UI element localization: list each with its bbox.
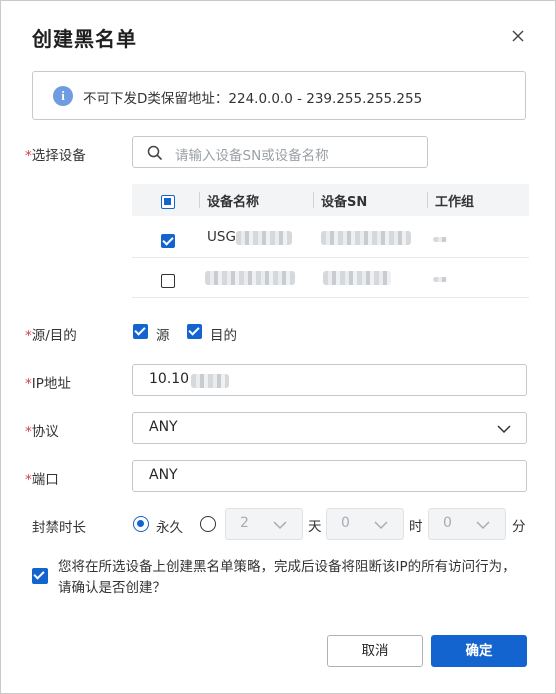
info-icon: i — [53, 86, 73, 106]
ok-button[interactable]: 确定 — [431, 635, 527, 667]
protocol-select[interactable]: ANY — [132, 412, 527, 444]
redacted-name — [236, 231, 292, 245]
protocol-label: *协议 — [25, 424, 59, 440]
select-all-checkbox[interactable] — [161, 195, 175, 209]
duration-label: 封禁时长 — [32, 520, 86, 536]
redacted-group — [433, 277, 447, 282]
days-select[interactable]: 2 — [225, 508, 303, 540]
table-row[interactable]: USG — [132, 218, 529, 258]
direction-label: *源/目的 — [25, 328, 77, 344]
chevron-down-icon — [476, 521, 490, 530]
permanent-label: 永久 — [156, 520, 183, 536]
redacted-sn — [321, 231, 411, 245]
chevron-down-icon — [374, 521, 388, 530]
days-value: 2 — [240, 515, 249, 531]
minutes-value: 0 — [443, 515, 452, 531]
chevron-down-icon — [497, 425, 511, 434]
column-workgroup[interactable]: 工作组 — [435, 191, 474, 210]
row-checkbox[interactable] — [161, 234, 175, 248]
table-row[interactable] — [132, 258, 529, 298]
port-input[interactable]: ANY — [132, 460, 527, 492]
confirm-text: 您将在所选设备上创建黑名单策略，完成后设备将阻断该IP的所有访问行为，请确认是否… — [58, 559, 516, 596]
device-name-cell: USG — [207, 229, 236, 245]
minutes-unit: 分 — [512, 519, 526, 535]
port-label: *端口 — [25, 472, 59, 488]
dialog-title: 创建黑名单 — [32, 27, 137, 51]
protocol-value: ANY — [149, 419, 178, 435]
column-device-name[interactable]: 设备名称 — [207, 191, 259, 210]
search-placeholder: 请输入设备SN或设备名称 — [175, 148, 329, 164]
custom-duration-radio[interactable] — [200, 516, 216, 532]
permanent-radio[interactable] — [133, 516, 149, 532]
column-device-sn[interactable]: 设备SN — [321, 191, 367, 210]
minutes-select[interactable]: 0 — [428, 508, 506, 540]
source-checkbox[interactable] — [133, 324, 148, 339]
search-icon — [147, 145, 163, 161]
source-label: 源 — [156, 328, 170, 344]
device-search-input[interactable]: 请输入设备SN或设备名称 — [132, 136, 428, 168]
redacted-sn — [323, 271, 391, 285]
days-unit: 天 — [308, 519, 322, 535]
info-banner: i 不可下发D类保留地址：224.0.0.0 - 239.255.255.255 — [32, 71, 526, 120]
row-checkbox[interactable] — [161, 274, 175, 288]
cancel-button[interactable]: 取消 — [327, 635, 423, 667]
ip-label: *IP地址 — [25, 376, 71, 392]
ip-value: 10.10 — [149, 371, 190, 387]
hours-value: 0 — [341, 515, 350, 531]
close-icon[interactable] — [507, 25, 529, 47]
chevron-down-icon — [273, 521, 287, 530]
confirm-checkbox[interactable] — [32, 568, 48, 584]
hours-unit: 时 — [409, 519, 423, 535]
hours-select[interactable]: 0 — [326, 508, 404, 540]
device-label: *选择设备 — [25, 148, 86, 164]
dest-checkbox[interactable] — [187, 324, 202, 339]
dest-label: 目的 — [210, 328, 237, 344]
redacted-ip — [191, 374, 229, 388]
port-value: ANY — [149, 467, 178, 483]
device-table-header: 设备名称 设备SN 工作组 — [132, 184, 529, 216]
create-blacklist-dialog: 创建黑名单 i 不可下发D类保留地址：224.0.0.0 - 239.255.2… — [0, 0, 556, 694]
ip-input[interactable]: 10.10 — [132, 364, 527, 396]
info-text: 不可下发D类保留地址：224.0.0.0 - 239.255.255.255 — [83, 91, 423, 107]
redacted-group — [433, 237, 447, 242]
redacted-name — [205, 271, 295, 285]
